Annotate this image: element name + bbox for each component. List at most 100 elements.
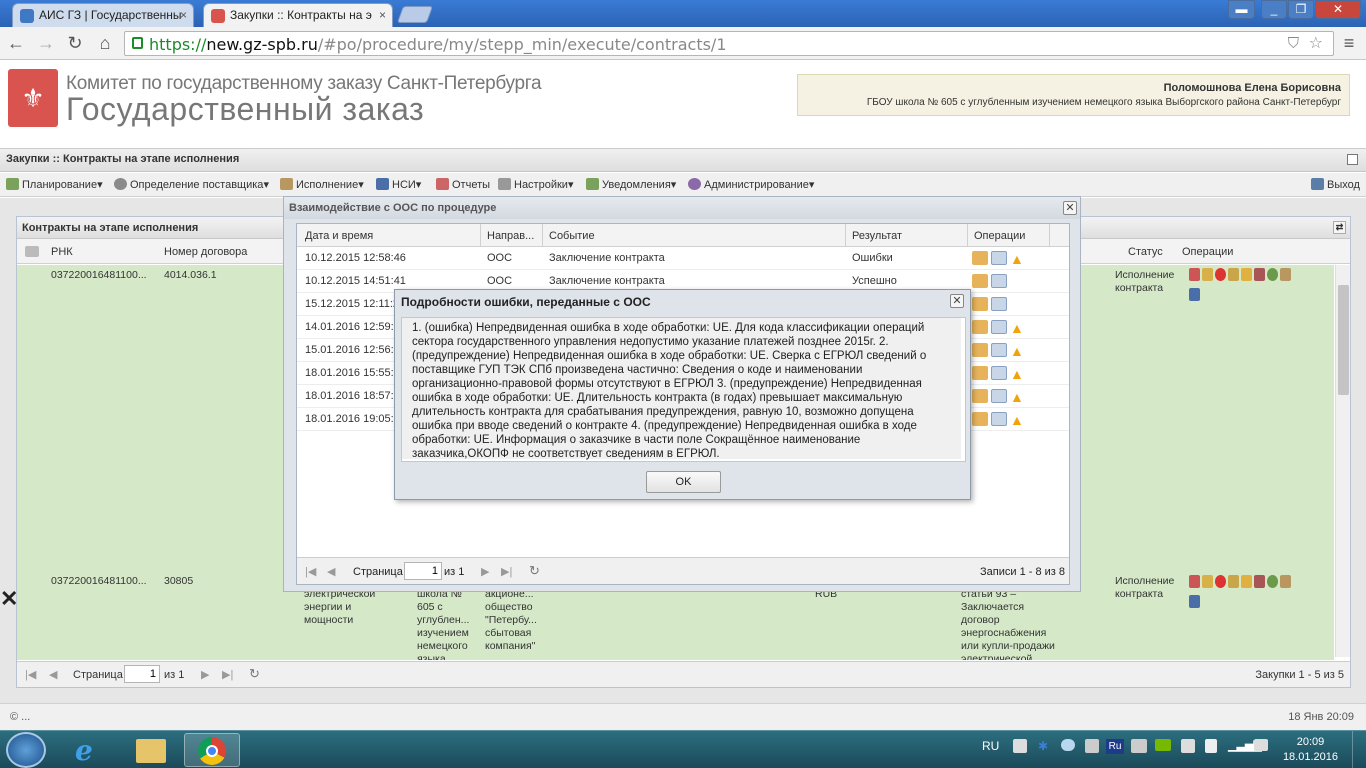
package-icon[interactable] (972, 320, 988, 334)
document-icon[interactable] (991, 366, 1007, 380)
warning-icon[interactable]: ▲ (1010, 412, 1024, 428)
new-tab-button[interactable] (396, 6, 434, 23)
first-page-icon[interactable]: |◀ (25, 668, 36, 681)
last-page-icon[interactable]: ▶| (501, 565, 512, 578)
tray-app-icon[interactable] (1085, 739, 1099, 753)
prev-page-icon[interactable]: ◀ (49, 668, 57, 681)
keyboard-layout-icon[interactable]: Ru (1106, 739, 1124, 754)
warning-icon[interactable]: ▲ (1010, 366, 1024, 382)
page-input[interactable] (124, 665, 160, 683)
package-icon[interactable] (972, 412, 988, 426)
document-icon[interactable] (991, 251, 1007, 265)
package-icon[interactable] (972, 389, 988, 403)
package-icon[interactable] (972, 274, 988, 288)
warning-icon[interactable]: ▲ (1010, 343, 1024, 359)
forward-icon[interactable]: → (35, 33, 57, 54)
chrome-icon[interactable] (184, 733, 240, 767)
document-icon[interactable] (991, 320, 1007, 334)
bluetooth-icon[interactable]: ✱ (1038, 739, 1048, 753)
profile-icon[interactable]: ▬ (1228, 0, 1255, 19)
nvidia-icon[interactable] (1155, 739, 1171, 751)
close-icon[interactable]: × (379, 8, 386, 22)
coins-icon[interactable] (1241, 268, 1252, 281)
close-icon[interactable]: ✕ (0, 586, 18, 612)
tray-app-icon[interactable] (1131, 739, 1147, 753)
document-icon[interactable] (991, 297, 1007, 311)
document-icon[interactable] (1189, 268, 1200, 281)
reload-icon[interactable]: ↻ (64, 33, 86, 54)
document-icon[interactable] (991, 412, 1007, 426)
document-icon[interactable] (991, 343, 1007, 357)
page-input[interactable] (404, 562, 442, 580)
coins-icon[interactable] (1241, 575, 1252, 588)
col-datetime[interactable]: Дата и время (305, 230, 373, 242)
close-icon[interactable]: × (180, 8, 187, 22)
col-event[interactable]: Событие (549, 230, 595, 242)
browser-tab-ais[interactable]: АИС ГЗ | Государственны × (12, 3, 194, 27)
book-icon[interactable] (1189, 595, 1200, 608)
scroll-thumb[interactable] (1338, 285, 1349, 395)
shield-icon[interactable]: ⛉ (1288, 34, 1299, 52)
first-page-icon[interactable]: |◀ (305, 565, 316, 578)
tray-app-icon[interactable] (1013, 739, 1027, 753)
url-input[interactable]: https://new.gz-spb.ru/#po/procedure/my/s… (124, 31, 1334, 56)
menu-execution[interactable]: Исполнение▾ (280, 178, 364, 191)
package-icon[interactable] (972, 251, 988, 265)
list-icon[interactable] (1280, 268, 1291, 281)
last-page-icon[interactable]: ▶| (222, 668, 233, 681)
prev-page-icon[interactable]: ◀ (327, 565, 335, 578)
star-icon[interactable]: ☆ (1309, 33, 1323, 52)
document-icon[interactable] (1189, 575, 1200, 588)
package-icon[interactable] (972, 343, 988, 357)
menu-planning[interactable]: Планирование▾ (6, 178, 103, 191)
package-icon[interactable] (972, 366, 988, 380)
menu-icon[interactable]: ≡ (1338, 33, 1360, 54)
refresh-icon[interactable]: ↻ (529, 563, 540, 579)
warning-icon[interactable]: ▲ (1010, 320, 1024, 336)
emblem-icon[interactable] (1254, 268, 1265, 281)
minimize-button[interactable]: _ (1261, 0, 1287, 19)
start-button[interactable] (6, 732, 46, 768)
col-result[interactable]: Результат (852, 230, 902, 242)
filter-icon[interactable] (25, 246, 39, 257)
list-icon[interactable] (1280, 575, 1291, 588)
language-indicator[interactable]: RU (982, 739, 999, 753)
document-icon[interactable] (991, 389, 1007, 403)
stop-icon[interactable] (1215, 268, 1226, 281)
emblem-icon[interactable] (1254, 575, 1265, 588)
volume-icon[interactable] (1254, 739, 1268, 751)
col-status[interactable]: Статус (1128, 246, 1163, 258)
show-desktop-button[interactable] (1352, 731, 1366, 768)
menu-settings[interactable]: Настройки▾ (498, 178, 573, 191)
close-icon[interactable]: ✕ (950, 294, 964, 308)
next-page-icon[interactable]: ▶ (201, 668, 209, 681)
col-contract-no[interactable]: Номер договора (164, 246, 247, 258)
folder-icon[interactable] (123, 733, 179, 767)
refresh-icon[interactable]: ↻ (249, 666, 260, 682)
execution-icon[interactable] (1202, 268, 1213, 281)
scales-icon[interactable] (1228, 268, 1239, 281)
cloud-icon[interactable] (1061, 739, 1075, 751)
grid-scrollbar[interactable] (1335, 265, 1350, 657)
close-window-button[interactable]: ✕ (1315, 0, 1361, 19)
warning-icon[interactable]: ▲ (1010, 389, 1024, 405)
gear-icon[interactable] (1267, 268, 1278, 281)
menu-nsi[interactable]: НСИ▾ (376, 178, 421, 191)
stop-icon[interactable] (1215, 575, 1226, 588)
gear-icon[interactable] (1267, 575, 1278, 588)
maximize-button[interactable]: ❐ (1288, 0, 1314, 19)
exit-button[interactable]: Выход (1311, 178, 1360, 191)
ie-icon[interactable]: e (62, 733, 118, 767)
document-icon[interactable] (991, 274, 1007, 288)
home-icon[interactable]: ⌂ (94, 33, 116, 54)
browser-tab-contracts[interactable]: Закупки :: Контракты на э × (203, 3, 393, 27)
warning-icon[interactable]: ▲ (1010, 251, 1024, 267)
close-icon[interactable]: ✕ (1063, 201, 1077, 215)
ok-button[interactable]: OK (646, 471, 721, 493)
table-row[interactable]: 10.12.2015 12:58:46 ООС Заключение контрак… (297, 247, 1069, 270)
menu-notifications[interactable]: Уведомления▾ (586, 178, 676, 191)
menu-reports[interactable]: Отчеты (436, 178, 490, 191)
collapse-icon[interactable] (1347, 154, 1358, 165)
col-rnk[interactable]: РНК (51, 246, 73, 258)
usb-icon[interactable] (1205, 739, 1217, 753)
